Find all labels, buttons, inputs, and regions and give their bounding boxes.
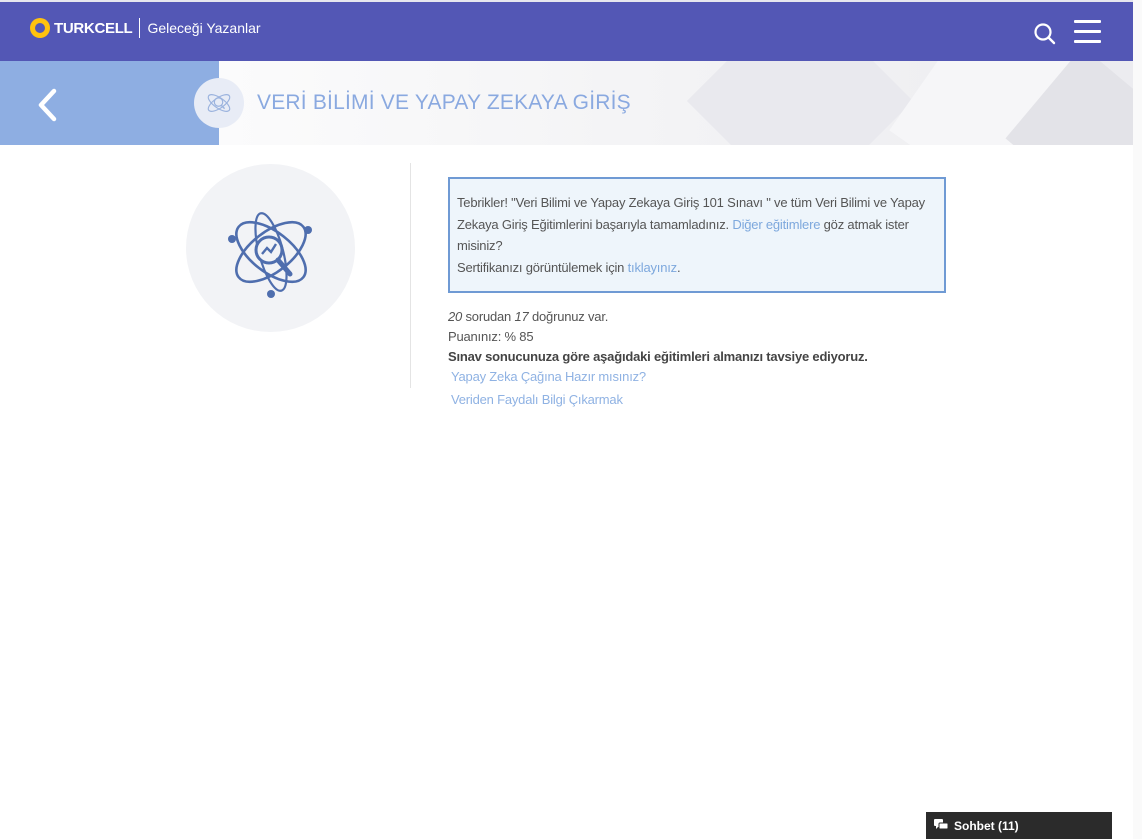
atom-search-icon — [207, 94, 231, 112]
recommended-training-link[interactable]: Yapay Zeka Çağına Hazır mısınız? — [451, 369, 646, 384]
recommendation-heading: Sınav sonucunuza göre aşağıdaki eğitimle… — [448, 349, 868, 364]
chat-button[interactable]: Sohbet (11) — [926, 812, 1112, 839]
exam-result: 20 sorudan 17 doğrunuz var. Puanınız: % … — [448, 307, 868, 367]
brand-tagline: Geleceği Yazanlar — [147, 20, 261, 36]
completion-notice: Tebrikler! "Veri Bilimi ve Yapay Zekaya … — [448, 177, 946, 293]
search-icon[interactable] — [1033, 22, 1057, 46]
chat-label: Sohbet (11) — [954, 819, 1019, 833]
column-divider — [410, 163, 411, 388]
turkcell-logo-icon — [30, 18, 50, 38]
hamburger-menu-icon[interactable] — [1074, 20, 1101, 44]
page-scrollbar[interactable] — [1133, 0, 1142, 839]
total-questions: 20 — [448, 309, 463, 324]
chat-bubbles-icon — [934, 819, 948, 830]
brand-name: TURKCELL — [54, 19, 133, 37]
recommended-training-link[interactable]: Veriden Faydalı Bilgi Çıkarmak — [451, 392, 623, 407]
certificate-text: Sertifikanızı görüntülemek için — [457, 259, 625, 275]
course-banner: VERİ BİLİMİ VE YAPAY ZEKAYA GİRİŞ — [0, 61, 1133, 145]
course-icon — [194, 78, 244, 128]
course-illustration — [186, 164, 355, 332]
correct-count-line: 20 sorudan 17 doğrunuz var. — [448, 307, 868, 327]
certificate-tail: . — [676, 259, 681, 275]
atom-search-icon — [228, 212, 312, 298]
certificate-link[interactable]: tıklayınız — [628, 260, 677, 275]
sorudan-text: sorudan — [465, 309, 512, 324]
turkcell-logo[interactable]: TURKCELL Geleceği Yazanlar — [30, 16, 261, 40]
course-title: VERİ BİLİMİ VE YAPAY ZEKAYA GİRİŞ — [257, 91, 631, 114]
correct-answers: 17 — [514, 309, 529, 324]
logo-divider — [139, 18, 141, 38]
back-button[interactable] — [0, 61, 219, 145]
score-line: Puanınız: % 85 — [448, 329, 534, 344]
correct-tail: doğrunuz var. — [531, 309, 609, 324]
other-trainings-link[interactable]: Diğer eğitimlere — [732, 217, 820, 232]
chevron-left-icon — [38, 88, 57, 122]
top-navbar: TURKCELL Geleceği Yazanlar — [0, 0, 1142, 61]
